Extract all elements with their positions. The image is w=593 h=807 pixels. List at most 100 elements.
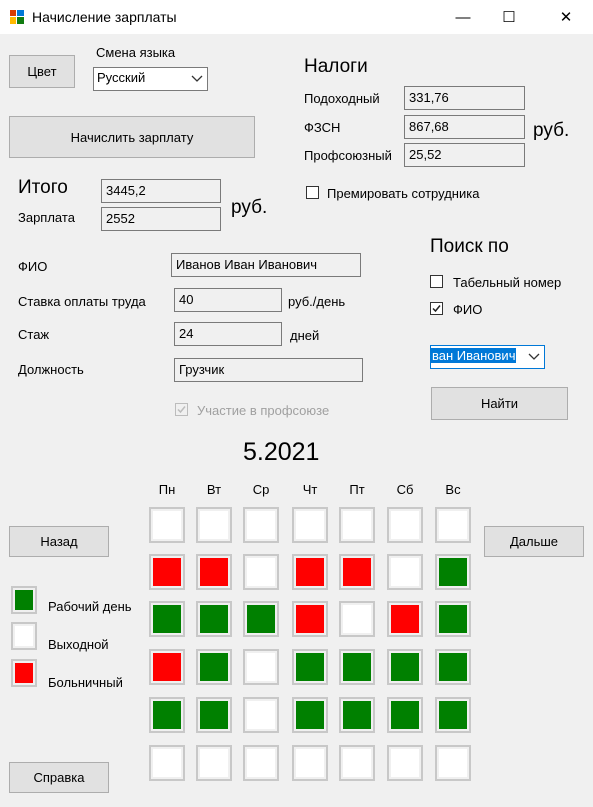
union-tax-field[interactable]: 25,52 [404, 143, 525, 167]
calendar-day-cell[interactable] [387, 745, 423, 781]
day-header: Ср [252, 482, 270, 497]
maximize-button[interactable]: ☐ [486, 0, 532, 34]
checkmark-icon [177, 406, 186, 414]
calendar-day-cell[interactable] [435, 601, 471, 637]
calendar-day-cell[interactable] [387, 507, 423, 543]
calendar-day-cell[interactable] [243, 697, 279, 733]
language-selected: Русский [97, 70, 146, 85]
search-heading: Поиск по [430, 236, 509, 257]
position-label: Должность [18, 362, 84, 377]
taxes-heading: Налоги [304, 56, 368, 77]
calendar-day-cell[interactable] [149, 649, 185, 685]
fszn-field[interactable]: 867,68 [404, 115, 525, 139]
calendar-day-cell[interactable] [292, 507, 328, 543]
income-tax-field[interactable]: 331,76 [404, 86, 525, 110]
language-select[interactable]: Русский [93, 67, 208, 91]
legend-work-swatch [11, 586, 37, 614]
calendar-day-cell[interactable] [387, 554, 423, 590]
tab-number-label: Табельный номер [453, 275, 562, 290]
calendar-day-cell[interactable] [196, 554, 232, 590]
day-header: Вт [206, 482, 222, 497]
calc-salary-button[interactable]: Начислить зарплату [9, 116, 255, 158]
find-button[interactable]: Найти [431, 387, 568, 420]
calendar-day-cell[interactable] [149, 601, 185, 637]
rate-label: Ставка оплаты труда [18, 294, 146, 309]
minimize-icon: — [455, 8, 471, 26]
bonus-label: Премировать сотрудника [327, 186, 480, 201]
experience-label: Стаж [18, 327, 50, 342]
calendar-day-cell[interactable] [387, 601, 423, 637]
color-button[interactable]: Цвет [9, 55, 75, 88]
legend-off-swatch [11, 622, 37, 650]
legend-off-label: Выходной [48, 637, 109, 652]
chevron-down-icon [527, 346, 541, 368]
calendar-day-cell[interactable] [196, 745, 232, 781]
experience-unit: дней [290, 328, 320, 343]
calendar-day-cell[interactable] [149, 554, 185, 590]
day-header: Чт [302, 482, 318, 497]
calendar-day-cell[interactable] [339, 507, 375, 543]
search-combo-value: ван Иванович [431, 348, 517, 363]
tab-number-checkbox[interactable] [430, 275, 443, 288]
calendar-day-cell[interactable] [435, 649, 471, 685]
calendar-day-cell[interactable] [243, 507, 279, 543]
calendar-day-cell[interactable] [196, 601, 232, 637]
minimize-button[interactable]: — [440, 0, 486, 34]
calendar-day-cell[interactable] [243, 745, 279, 781]
day-header: Пн [158, 482, 176, 497]
language-label: Смена языка [96, 45, 176, 60]
union-tax-label: Профсоюзный [304, 148, 392, 163]
calendar-day-cell[interactable] [149, 745, 185, 781]
calendar-day-cell[interactable] [339, 649, 375, 685]
calendar-day-cell[interactable] [339, 601, 375, 637]
calendar-day-cell[interactable] [339, 697, 375, 733]
back-button[interactable]: Назад [9, 526, 109, 557]
calendar-day-cell[interactable] [196, 507, 232, 543]
day-header: Сб [396, 482, 414, 497]
calendar-day-cell[interactable] [292, 601, 328, 637]
itogo-field[interactable]: 3445,2 [101, 179, 221, 203]
calendar-day-cell[interactable] [149, 507, 185, 543]
fio-label: ФИО [18, 259, 48, 274]
calendar-day-cell[interactable] [243, 649, 279, 685]
search-combo[interactable]: ван Иванович [430, 345, 545, 369]
search-fio-checkbox[interactable] [430, 302, 443, 315]
calendar-day-cell[interactable] [339, 554, 375, 590]
window-title: Начисление зарплаты [32, 9, 177, 25]
calendar-day-cell[interactable] [387, 697, 423, 733]
position-field[interactable]: Грузчик [174, 358, 363, 382]
legend-work-label: Рабочий день [48, 599, 132, 614]
calendar-day-cell[interactable] [435, 507, 471, 543]
totals-currency: руб. [231, 197, 268, 218]
income-tax-label: Подоходный [304, 91, 380, 106]
rate-field[interactable]: 40 [174, 288, 282, 312]
close-icon: ✕ [559, 9, 573, 26]
union-checkbox[interactable] [175, 403, 188, 416]
calendar-day-cell[interactable] [435, 697, 471, 733]
calendar-day-cell[interactable] [196, 649, 232, 685]
legend-sick-label: Больничный [48, 675, 123, 690]
app-icon [10, 10, 24, 24]
calendar-day-cell[interactable] [149, 697, 185, 733]
calendar-day-cell[interactable] [292, 554, 328, 590]
fio-field[interactable]: Иванов Иван Иванович [171, 253, 361, 277]
legend-sick-swatch [11, 659, 37, 687]
calendar-day-cell[interactable] [435, 745, 471, 781]
calendar-day-cell[interactable] [196, 697, 232, 733]
calendar-day-cell[interactable] [243, 601, 279, 637]
calendar-day-cell[interactable] [339, 745, 375, 781]
experience-field[interactable]: 24 [174, 322, 282, 346]
close-button[interactable]: ✕ [543, 0, 589, 34]
calendar-day-cell[interactable] [387, 649, 423, 685]
fszn-label: ФЗСН [304, 120, 341, 135]
calendar-day-cell[interactable] [292, 649, 328, 685]
bonus-checkbox[interactable] [306, 186, 319, 199]
calendar-day-cell[interactable] [243, 554, 279, 590]
next-button[interactable]: Дальше [484, 526, 584, 557]
calendar-day-cell[interactable] [292, 697, 328, 733]
calendar-day-cell[interactable] [292, 745, 328, 781]
union-label: Участие в профсоюзе [197, 403, 330, 418]
help-button[interactable]: Справка [9, 762, 109, 793]
calendar-day-cell[interactable] [435, 554, 471, 590]
salary-field[interactable]: 2552 [101, 207, 221, 231]
